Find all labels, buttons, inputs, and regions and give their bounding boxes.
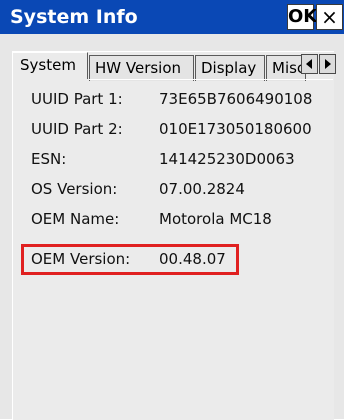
tab-scroll-right-button[interactable] [319, 54, 336, 74]
info-value: Motorola MC18 [159, 210, 272, 228]
info-label: OEM Name: [31, 210, 120, 228]
info-label: UUID Part 2: [31, 120, 123, 138]
info-row-os-version: OS Version: 07.00.2824 [0, 178, 344, 200]
chevron-left-icon [306, 59, 312, 69]
tab-hw-version[interactable]: HW Version [89, 55, 194, 81]
info-label: UUID Part 1: [31, 90, 123, 108]
window-title: System Info [10, 6, 138, 28]
info-value: 73E65B7606490108 [159, 90, 313, 108]
info-row-uuid-part-2: UUID Part 2: 010E173050180600 [0, 118, 344, 140]
title-bar: System Info OK × [0, 0, 344, 34]
tab-system[interactable]: System [12, 52, 88, 79]
info-row-uuid-part-1: UUID Part 1: 73E65B7606490108 [0, 88, 344, 110]
info-value: 141425230D0063 [159, 150, 295, 168]
info-row-esn: ESN: 141425230D0063 [0, 148, 344, 170]
info-label: OS Version: [31, 180, 118, 198]
tab-divider [89, 79, 333, 80]
tab-display[interactable]: Display [195, 55, 265, 81]
info-value: 010E173050180600 [159, 120, 312, 138]
highlight-box [21, 244, 239, 275]
info-label: ESN: [31, 150, 67, 168]
info-row-oem-name: OEM Name: Motorola MC18 [0, 208, 344, 230]
chevron-right-icon [325, 59, 331, 69]
info-value: 07.00.2824 [159, 180, 245, 198]
tab-scroll-left-button[interactable] [301, 54, 318, 74]
tab-misc[interactable]: Misc [266, 55, 306, 81]
ok-button[interactable]: OK [287, 4, 317, 30]
close-button[interactable]: × [316, 4, 343, 30]
